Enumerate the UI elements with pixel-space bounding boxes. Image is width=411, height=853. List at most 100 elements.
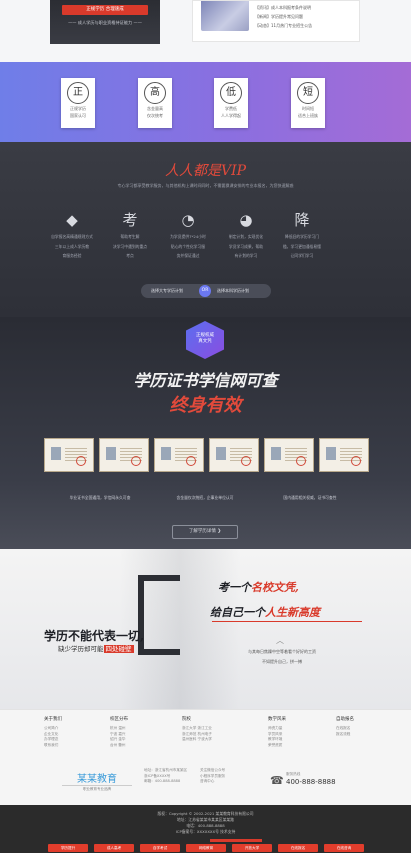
vip-item-text: 学员学习成果，帮助 [228,243,264,249]
news-panel: 【资讯】成人本科报考条件说明 【新闻】学历提升常见问题 【动态】11月热门专业招… [192,0,360,42]
cert-caption: 毕业证书全国通用，学信网永久可查 [69,495,131,500]
feature-line: 含金量高 [147,106,163,111]
footer-logo[interactable]: 某某教育 职业教育专业品牌 [62,770,132,792]
slogan-emphasis: 人生新高度 [265,606,320,619]
learn-more-button[interactable]: 了解学历详情 ❯ [172,525,238,539]
bottom-nav-button[interactable]: 成人高考 [94,844,134,852]
vip-item-text: 育服务经验 [62,253,82,258]
promo-banner: 正规学历 合理速成 —— 成人学历与职业资格持证能力 —— [50,0,160,44]
vip-title: 人人都是VIP [164,163,247,179]
cert-headline: 学历证书学信网可查 [133,371,278,390]
hexagon-badge-icon: 正规权威真文凭 [186,321,224,359]
certificate-image[interactable] [264,438,314,472]
slogan-text: 考一个 [218,581,251,594]
vip-section: 人人都是VIP 专心学习都享受教学服务，与其他机构上课时间同时，不需要换课安排的… [0,142,411,317]
slogan-section: 学历不能代表一切, 缺少学历却可能 四处碰壁 考一个名校文凭, 给自己一个人生新高… [0,549,411,709]
vip-item-text: 有计划的学习 [234,253,258,258]
bottom-nav-button[interactable]: 自学考试 [140,844,180,852]
news-item[interactable]: 【动态】11月热门专业招生公告 [255,21,312,30]
cert-subheadline: 终身有效 [169,395,242,416]
news-item[interactable]: 【资讯】成人本科报考条件说明 [255,3,312,12]
footer-notes: 关注微信公众号 小程序学员服务 咨询中心 [200,768,225,785]
footer-notes: 地址：浙江省杭州市某某区 浙ICP备XXXX号 邮箱：400-888-8888 [144,768,187,785]
bottom-bar: 版权：Copyright © 2002-2021 某某教育科技有限公司 地址：江… [0,805,411,853]
di-icon: 低 [220,82,242,104]
cert-caption: 国内通用相关权威，证书可查性 [283,495,337,500]
slogan-left-sub: 缺少学历却可能 四处碰壁 [58,643,134,653]
footer-note: 咨询中心 [200,779,215,783]
kao-icon: 考 [122,211,138,229]
news-thumbnail[interactable] [201,1,249,31]
feature-line: 仅次统考 [147,113,163,118]
badge-text: 正规权威真文凭 [196,333,214,344]
certificate-image[interactable] [44,438,94,472]
pie-icon: ◕ [239,211,253,229]
footer-column-title: 数学风采 [268,717,286,722]
footer-link[interactable]: 台州 衢州 [110,743,128,749]
slogan-emphasis: 名校文凭, [251,581,299,594]
logo-tagline: 职业教育专业品牌 [62,785,132,792]
vip-item-text: 自学报名高精通规则方式 [51,234,93,239]
certificate-image[interactable] [209,438,259,472]
slogan-small-1: 与其每日焦躁中空等着看个好好的工资 [248,649,316,654]
vip-item: 降 降低旧的学历学习门 槛，学习更加通俗易懂 让同学们学习 [270,210,334,259]
hotline-label: 服务热线 [286,772,301,776]
vip-item-text: 降低旧的学历学习门 [284,234,320,239]
duan-icon: 短 [297,82,319,104]
plan-toggle: 选择大专学历计划 OR 选择本科学历计划 [141,284,271,298]
footer-column-about: 关于我们 公司简介 企业文化 办学理念 联系我们 [44,716,62,748]
bottom-nav-button[interactable]: 在线咨询 [324,844,364,852]
footer-link[interactable]: 荣誉资质 [268,743,286,749]
vip-item-text: 考点 [126,253,134,258]
phone-icon: ☎ [270,774,284,787]
footer-link[interactable]: 联系我们 [44,743,62,749]
bottom-nav-button[interactable]: 网络教育 [186,844,226,852]
divider [212,621,362,622]
footer-link[interactable]: 杭州 温州 [110,726,128,732]
footer-column-title: 院校 [182,717,191,722]
vip-item-text: 帮助考生解 [120,234,140,239]
footer: 关于我们 公司简介 企业文化 办学理念 联系我们 校区分布 杭州 温州 宁波 嘉… [0,709,411,805]
footer-column-title: 关于我们 [44,717,62,722]
promo-caption: —— 成人学历与职业资格持证能力 —— [68,20,142,25]
vip-item: ◕ 制定计划，实现优化 学员学习成果，帮助 有计划的学习 [214,210,278,259]
footer-link[interactable]: 温州医科 宁波大学 [182,737,212,743]
college-plan-button[interactable]: 选择大专学历计划 [151,284,183,298]
jiang-icon: 降 [294,211,310,229]
bottom-nav-button[interactable]: 开放大学 [232,844,272,852]
vip-item-text: 决学习中遇到的重点 [112,243,148,249]
clock-icon: ◔ [181,211,195,229]
bachelor-plan-button[interactable]: 选择本科学历计划 [217,284,249,298]
footer-link[interactable]: 绍兴 金华 [110,737,128,743]
promo-button[interactable]: 正规学历 合理速成 [62,5,148,15]
bottom-nav-button[interactable]: 学历提升 [48,844,88,852]
footer-note: 关注微信公众号 [200,768,226,772]
decorative-frame [138,575,180,655]
vip-item-text: 让同学们学习 [290,253,314,258]
slogan-small-2: 不如提升自己，拼一搏 [262,659,302,664]
slogan-right-line2: 给自己一个人生新高度 [210,604,320,620]
certificate-image[interactable] [154,438,204,472]
news-item[interactable]: 【新闻】学历提升常见问题 [255,12,312,21]
feature-line: 适合上班族 [298,113,318,118]
feature-line: 时间短 [302,106,314,111]
footer-link[interactable]: 报名流程 [336,732,354,738]
feature-line: 学费低 [225,106,237,111]
footer-column-title: 校区分布 [110,717,128,722]
feature-line: 正规学历 [70,106,86,111]
feature-card-zheng: 正 正规学历 国家认可 [61,78,95,128]
feature-line: 人人学得起 [221,113,241,118]
vip-item-text: 三年以上成人学历教 [54,243,90,249]
certificate-gallery [44,438,370,472]
bottom-nav-button[interactable]: 在线报名 [278,844,318,852]
footer-column-schools: 院校 浙江大学 浙江工业 浙江师范 杭州电子 温州医科 宁波大学 [182,716,212,743]
footer-note: 地址：浙江省杭州市某某区 [144,768,188,772]
certificate-image[interactable] [319,438,369,472]
certificate-section: 正规权威真文凭 学历证书学信网可查 终身有效 毕业证书全国通用，学信网永久可查 … [0,317,411,549]
feature-line: 国家认可 [70,113,86,118]
vip-item-text: 贴心的个性化学习服 [170,243,206,249]
slogan-highlight: 四处碰壁 [103,645,134,653]
logo-name: 某某教育 [77,774,117,785]
certificate-image[interactable] [99,438,149,472]
footer-link[interactable]: 浙江大学 浙江工业 [182,726,212,732]
